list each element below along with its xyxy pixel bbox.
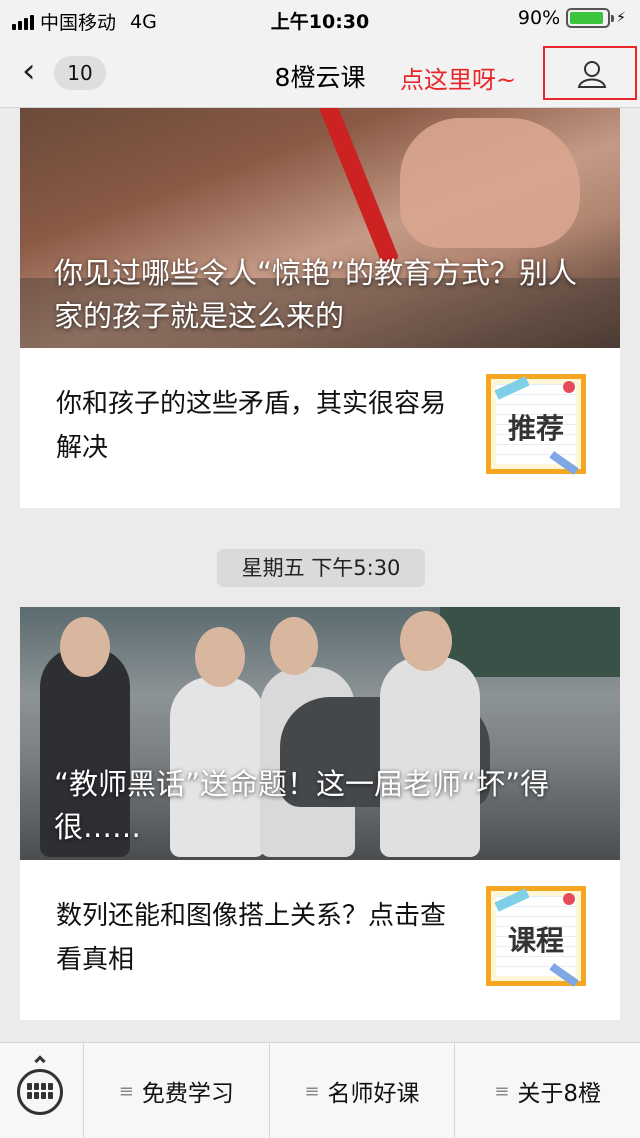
menu-item-free-study[interactable]: ≡ 免费学习 bbox=[84, 1043, 270, 1138]
list-item-title: 你和孩子的这些矛盾，其实很容易解决 bbox=[56, 389, 447, 463]
thumbnail-label: 课程 bbox=[507, 924, 564, 957]
user-icon bbox=[577, 61, 607, 88]
hero-image-face bbox=[400, 611, 452, 671]
menu-item-teachers[interactable]: ≡ 名师好课 bbox=[270, 1043, 456, 1138]
menu-list-icon: ≡ bbox=[494, 1080, 510, 1102]
menu-item-label: 名师好课 bbox=[327, 1081, 420, 1107]
status-right: 90% ⚡ bbox=[518, 7, 626, 29]
list-item-title: 数列还能和图像搭上关系？点击查看真相 bbox=[56, 901, 447, 975]
hero-image-hand bbox=[400, 118, 580, 248]
nav-bar: ‹ 10 8橙云课 点这里呀~ bbox=[0, 38, 640, 108]
message-timestamp: 星期五 下午5:30 bbox=[217, 549, 425, 587]
battery-percent: 90% bbox=[517, 7, 561, 29]
battery-icon bbox=[566, 8, 615, 28]
bottom-menu: ≡ 免费学习 ≡ 名师好课 ≡ 关于8橙 bbox=[0, 1042, 640, 1138]
thumbnail: 课程 bbox=[486, 886, 586, 987]
status-bar: 中国移动 4G 上午10:30 90% ⚡ bbox=[0, 0, 640, 38]
hint-annotation: 点这里呀~ bbox=[400, 66, 517, 94]
pin-icon bbox=[563, 893, 575, 905]
hero-image-face bbox=[195, 627, 245, 687]
hero-title: “教师黑话”送命题！这一届老师“坏”得很…… bbox=[54, 767, 550, 844]
hero-image-pencil bbox=[318, 108, 400, 266]
pin-icon bbox=[563, 381, 575, 393]
chevron-up-icon bbox=[34, 1055, 46, 1067]
article-hero[interactable]: 你见过哪些令人“惊艳”的教育方式？别人家的孩子就是这么来的 bbox=[20, 108, 620, 348]
hero-image-face bbox=[60, 617, 110, 677]
charging-icon: ⚡ bbox=[616, 10, 626, 26]
profile-button[interactable] bbox=[543, 46, 637, 100]
article-card: 你见过哪些令人“惊艳”的教育方式？别人家的孩子就是这么来的 你和孩子的这些矛盾，… bbox=[20, 108, 620, 508]
keyboard-toggle-button[interactable] bbox=[0, 1043, 84, 1138]
article-hero[interactable]: “教师黑话”送命题！这一届老师“坏”得很…… bbox=[20, 607, 620, 860]
menu-list-icon: ≡ bbox=[304, 1080, 320, 1102]
thumbnail-label: 推荐 bbox=[507, 412, 564, 445]
menu-item-label: 免费学习 bbox=[141, 1081, 234, 1107]
menu-list-icon: ≡ bbox=[118, 1080, 134, 1102]
menu-item-about[interactable]: ≡ 关于8橙 bbox=[455, 1043, 640, 1138]
thumbnail: 推荐 bbox=[486, 374, 586, 475]
hero-image-face bbox=[270, 617, 318, 675]
menu-item-label: 关于8橙 bbox=[517, 1081, 602, 1107]
article-card: “教师黑话”送命题！这一届老师“坏”得很…… 数列还能和图像搭上关系？点击查看真… bbox=[20, 607, 620, 1020]
hero-title: 你见过哪些令人“惊艳”的教育方式？别人家的孩子就是这么来的 bbox=[54, 256, 578, 333]
